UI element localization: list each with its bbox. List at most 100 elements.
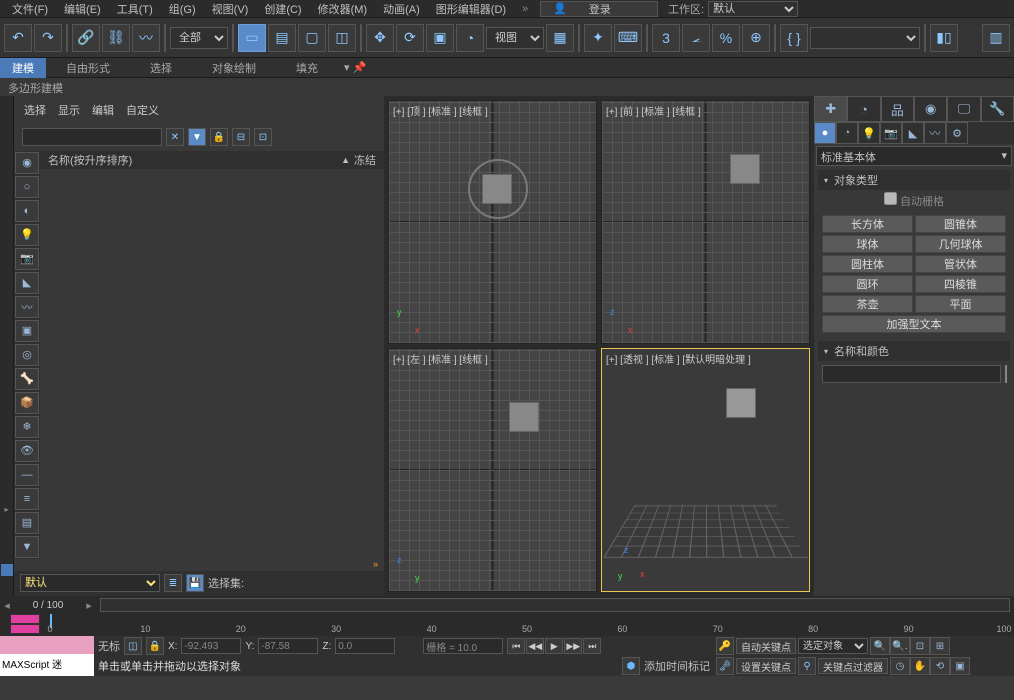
tube-button[interactable]: 管状体	[915, 255, 1006, 273]
frame-indicator[interactable]: 0 / 100	[18, 600, 78, 611]
lights-subtab[interactable]: 💡	[858, 122, 880, 144]
object-type-rollout[interactable]: 对象类型	[818, 170, 1010, 190]
scene-menu-custom[interactable]: 自定义	[126, 102, 159, 118]
viewport-top[interactable]: [+] [顶 ] [标准 ] [线框 ] xy	[388, 100, 597, 344]
name-color-rollout[interactable]: 名称和颜色	[818, 341, 1010, 361]
coord-x-input[interactable]	[181, 638, 241, 654]
named-sel-set-dropdown[interactable]	[810, 27, 920, 49]
auto-key-button[interactable]: 自动关键点	[736, 638, 796, 654]
scene-menu-edit[interactable]: 编辑	[92, 102, 114, 118]
viewport-persp-label[interactable]: [+] [透视 ] [标准 ] [默认明暗处理 ]	[606, 351, 751, 366]
display-influences-icon[interactable]: ⊡	[254, 128, 272, 146]
viewport-front-label[interactable]: [+] [前 ] [标准 ] [线框 ]	[606, 103, 701, 118]
key-mode-icon[interactable]: 🔑	[716, 637, 734, 655]
key-target-dropdown[interactable]: 选定对象	[798, 638, 868, 654]
orbit-icon[interactable]: ⟲	[930, 657, 950, 675]
next-frame-button[interactable]: ▶▶	[564, 638, 582, 654]
toggle-filter-col-icon[interactable]: ▼	[15, 536, 39, 558]
coord-y-input[interactable]	[258, 638, 318, 654]
link-button[interactable]: 🔗	[72, 24, 100, 52]
sort-asc-icon[interactable]: ▲	[341, 155, 350, 165]
add-time-tag-label[interactable]: 添加时间标记	[644, 658, 710, 674]
pyramid-button[interactable]: 四棱锥	[915, 275, 1006, 293]
selset-save-icon[interactable]: 💾	[186, 574, 204, 592]
filter-bone-icon[interactable]: 🦴	[15, 368, 39, 390]
key-filter-button[interactable]: 关键点过滤器	[818, 658, 888, 674]
maxscript-input[interactable]: MAXScript 迷	[0, 654, 94, 676]
coord-z-input[interactable]	[335, 638, 395, 654]
scene-menu-select[interactable]: 选择	[24, 102, 46, 118]
login-button[interactable]: 👤 登录	[540, 1, 658, 17]
manipulate-button[interactable]: ✦	[584, 24, 612, 52]
menu-anim[interactable]: 动画(A)	[375, 1, 428, 17]
filter-frozen-icon[interactable]: ❄	[15, 416, 39, 438]
prev-frame-button[interactable]: ◀◀	[526, 638, 544, 654]
cone-button[interactable]: 圆锥体	[915, 215, 1006, 233]
mirror-button[interactable]: ▮▯	[930, 24, 958, 52]
select-object-button[interactable]: ▭	[238, 24, 266, 52]
filter-spacewarp-icon[interactable]: 〰	[15, 296, 39, 318]
ribbon-tab-model[interactable]: 建模	[0, 58, 46, 78]
menu-modifier[interactable]: 修改器(M)	[310, 1, 376, 17]
filter-camera-icon[interactable]: 📷	[15, 248, 39, 270]
maxscript-output[interactable]	[0, 636, 94, 654]
selset-layers-icon[interactable]: ≣	[164, 574, 182, 592]
menu-create[interactable]: 创建(C)	[256, 1, 309, 17]
plane-button[interactable]: 平面	[915, 295, 1006, 313]
filter-icon[interactable]: ▼	[188, 128, 206, 146]
lock-icon[interactable]: 🔒	[210, 128, 228, 146]
color-swatch[interactable]	[1005, 365, 1007, 383]
systems-subtab[interactable]: ⚙	[946, 122, 968, 144]
ribbon-tab-populate[interactable]: 填充	[276, 60, 338, 76]
named-sel-set-button[interactable]: { }	[780, 24, 808, 52]
toggle-ribbon-button[interactable]: ▥	[982, 24, 1010, 52]
viewcube-left-icon[interactable]	[509, 402, 539, 432]
scale-button[interactable]: ▣	[426, 24, 454, 52]
redo-button[interactable]: ↷	[34, 24, 62, 52]
window-crossing-button[interactable]: ◫	[328, 24, 356, 52]
selection-set-dropdown[interactable]: 默认	[20, 574, 160, 592]
menu-file[interactable]: 文件(F)	[4, 1, 56, 17]
teapot-button[interactable]: 茶壶	[822, 295, 913, 313]
viewport-perspective[interactable]: [+] [透视 ] [标准 ] [默认明暗处理 ] xyz	[601, 348, 810, 592]
set-key-button[interactable]: 设置关键点	[736, 658, 796, 674]
shapes-subtab[interactable]: ◔	[836, 122, 858, 144]
prev-key-icon[interactable]: ◂	[0, 599, 14, 612]
play-button[interactable]: ▶	[545, 638, 563, 654]
menu-tools[interactable]: 工具(T)	[109, 1, 161, 17]
object-name-input[interactable]	[822, 365, 1001, 383]
rotate-button[interactable]: ⟳	[396, 24, 424, 52]
time-tag-icon[interactable]: ⬢	[622, 657, 640, 675]
column-freeze-header[interactable]: 冻结	[354, 152, 376, 168]
next-key-icon[interactable]: ▸	[82, 599, 96, 612]
cameras-subtab[interactable]: 📷	[880, 122, 902, 144]
filter-list-icon[interactable]: ≡	[15, 488, 39, 510]
key-filter-icon[interactable]: ⚲	[798, 657, 816, 675]
ribbon-tab-select[interactable]: 选择	[130, 60, 192, 76]
unlink-button[interactable]: ⛓	[102, 24, 130, 52]
expand-scene-icon[interactable]: »	[14, 559, 384, 571]
zoom-extents-all-icon[interactable]: ⊞	[930, 637, 950, 655]
filter-xref-icon[interactable]: ◎	[15, 344, 39, 366]
filter-shape-icon[interactable]: ◐	[15, 200, 39, 222]
ribbon-tab-objpaint[interactable]: 对象绘制	[192, 60, 276, 76]
percent-snap-button[interactable]: %	[712, 24, 740, 52]
geosphere-button[interactable]: 几何球体	[915, 235, 1006, 253]
zoom-all-icon[interactable]: 🔍.	[890, 637, 910, 655]
column-name-header[interactable]: 名称(按升序排序)	[48, 155, 132, 167]
menu-grapheditor[interactable]: 图形编辑器(D)	[428, 1, 514, 17]
hierarchy-tab[interactable]: 品	[881, 96, 914, 122]
time-slider[interactable]	[100, 598, 1010, 612]
filter-group-icon[interactable]: ▣	[15, 320, 39, 342]
rect-region-button[interactable]: ▢	[298, 24, 326, 52]
keyboard-shortcut-button[interactable]: ⌨	[614, 24, 642, 52]
viewcube-persp-icon[interactable]	[726, 388, 756, 418]
timeline[interactable]: 0102030405060708090100	[0, 614, 1014, 636]
zoom-extents-icon[interactable]: ⊡	[910, 637, 930, 655]
viewport-layout-icon[interactable]	[1, 564, 13, 576]
pivot-button[interactable]: ▦	[546, 24, 574, 52]
menu-edit[interactable]: 编辑(E)	[56, 1, 109, 17]
goto-start-button[interactable]: ⏮	[507, 638, 525, 654]
ribbon-pin-icon[interactable]: ▾ 📌	[338, 61, 372, 74]
spacewarps-subtab[interactable]: 〰	[924, 122, 946, 144]
